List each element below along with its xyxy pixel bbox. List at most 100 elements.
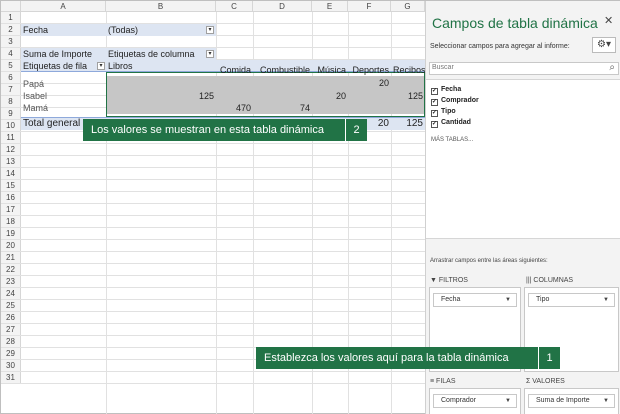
close-icon[interactable]: ✕ [604, 14, 613, 27]
column-labels: Etiquetas de columna [108, 49, 195, 59]
value-cell: 20 [335, 91, 346, 101]
gridline [1, 191, 425, 192]
gridline [1, 251, 425, 252]
filters-pill[interactable]: Fecha ▼ [433, 293, 517, 307]
field-cantidad[interactable]: ✓ Cantidad [431, 119, 471, 128]
field-label: Comprador [441, 97, 479, 104]
field-comprador[interactable]: ✓ Comprador [431, 97, 479, 106]
drag-hint: Arrastrar campos entre las áreas siguien… [430, 258, 548, 264]
gridline [1, 275, 425, 276]
gridline [1, 263, 425, 264]
column-item-deportes: Deportes [352, 65, 389, 75]
gridline [1, 311, 425, 312]
callout-values-shown: Los valores se muestran en esta tabla di… [83, 119, 345, 141]
rows-pill[interactable]: Comprador ▼ [433, 394, 517, 408]
column-header-e[interactable]: E [312, 1, 348, 12]
filter-label: Fecha [23, 25, 49, 35]
settings-gear-icon[interactable]: ⚙▾ [592, 37, 616, 53]
values-area-header: Σ VALORES [526, 378, 565, 385]
more-tables-link[interactable]: MÁS TABLAS... [431, 137, 473, 143]
column-item-libros: Libros [108, 61, 133, 71]
column-header-a[interactable]: A [21, 1, 106, 12]
column-header-b[interactable]: B [106, 1, 216, 12]
callout-set-values: Establezca los valores aquí para la tabl… [256, 347, 538, 369]
columns-area-header: ||| COLUMNAS [526, 277, 573, 284]
gridline [1, 179, 425, 180]
filter-value[interactable]: (Todas) [106, 24, 206, 36]
column-item-musica: Música [317, 65, 346, 75]
columns-pill[interactable]: Tipo ▼ [528, 293, 615, 307]
search-placeholder: Buscar [432, 64, 454, 71]
rows-icon: ≡ [430, 378, 435, 385]
callout-text: Establezca los valores aquí para la tabl… [264, 352, 509, 364]
panel-subtitle: Seleccionar campos para agregar al infor… [430, 43, 570, 50]
field-tipo[interactable]: ✓ Tipo [431, 108, 456, 117]
chevron-down-icon[interactable]: ▼ [603, 395, 609, 407]
row-item-isabel: Isabel [23, 91, 48, 101]
sigma-icon: Σ [526, 378, 531, 385]
column-item-combustible: Combustible [259, 65, 310, 75]
rows-title: FILAS [436, 378, 456, 385]
gridline [1, 371, 425, 372]
column-header-f[interactable]: F [348, 1, 391, 12]
callout-text: Los valores se muestran en esta tabla di… [91, 124, 324, 136]
column-header-c[interactable]: C [216, 1, 253, 12]
values-pill[interactable]: Suma de Importe ▼ [528, 394, 615, 408]
row-item-mama: Mamá [23, 103, 49, 113]
chevron-down-icon[interactable]: ▼ [505, 395, 511, 407]
checkbox-icon[interactable]: ✓ [431, 88, 438, 95]
column-item-recibos: Recibos [393, 65, 425, 75]
field-label: Cantidad [441, 119, 471, 126]
row-labels-dropdown-icon[interactable]: ▾ [97, 62, 105, 70]
gridline [1, 383, 425, 384]
row-item-papa: Papá [23, 79, 45, 89]
field-fecha[interactable]: ✓ Fecha [431, 86, 461, 95]
filters-title: FILTROS [438, 277, 468, 284]
value-header: Suma de Importe [23, 49, 93, 59]
value-cell: 470 [235, 103, 251, 113]
gridline [1, 287, 425, 288]
select-all-corner[interactable] [1, 1, 21, 12]
filter-icon: ▼ [430, 277, 437, 284]
gridline [1, 227, 425, 228]
gridline [1, 155, 425, 156]
callout-number: 1 [538, 347, 560, 369]
checkbox-icon[interactable]: ✓ [431, 110, 438, 117]
filters-pill-label: Fecha [441, 296, 461, 303]
gridline [1, 323, 425, 324]
column-header-g[interactable]: G [391, 1, 425, 12]
gridline [1, 143, 425, 144]
gridline [1, 167, 425, 168]
rows-area-header: ≡ FILAS [430, 378, 456, 385]
value-cell: 20 [378, 78, 389, 88]
columns-pill-label: Tipo [536, 296, 550, 303]
panel-title: Campos de tabla dinámica [432, 15, 598, 31]
chevron-down-icon[interactable]: ▼ [603, 294, 609, 306]
column-item-comida: Comida [219, 65, 251, 75]
gridline [1, 215, 425, 216]
filters-area-header: ▼ FILTROS [430, 277, 468, 284]
value-cell: 125 [198, 91, 214, 101]
gridline [1, 335, 425, 336]
row-labels: Etiquetas de fila [23, 61, 88, 71]
columns-icon: ||| [526, 277, 532, 284]
search-icon: ⌕ [609, 62, 615, 73]
value-cell: 125 [407, 91, 423, 101]
field-label: Fecha [441, 86, 462, 93]
values-title: VALORES [532, 378, 565, 385]
gridline [1, 299, 425, 300]
filter-dropdown-icon[interactable]: ▾ [206, 26, 214, 34]
total-value: 125 [406, 118, 423, 129]
column-header-d[interactable]: D [253, 1, 312, 12]
field-label: Tipo [441, 108, 456, 115]
rows-pill-label: Comprador [441, 397, 477, 404]
gridline [1, 203, 425, 204]
callout-number: 2 [345, 119, 367, 141]
chevron-down-icon[interactable]: ▼ [505, 294, 511, 306]
checkbox-icon[interactable]: ✓ [431, 99, 438, 106]
checkbox-icon[interactable]: ✓ [431, 121, 438, 128]
values-pill-label: Suma de Importe [536, 397, 590, 404]
value-cell: 74 [299, 103, 310, 113]
column-labels-dropdown-icon[interactable]: ▾ [206, 50, 214, 58]
search-input[interactable]: Buscar ⌕ [429, 62, 619, 75]
